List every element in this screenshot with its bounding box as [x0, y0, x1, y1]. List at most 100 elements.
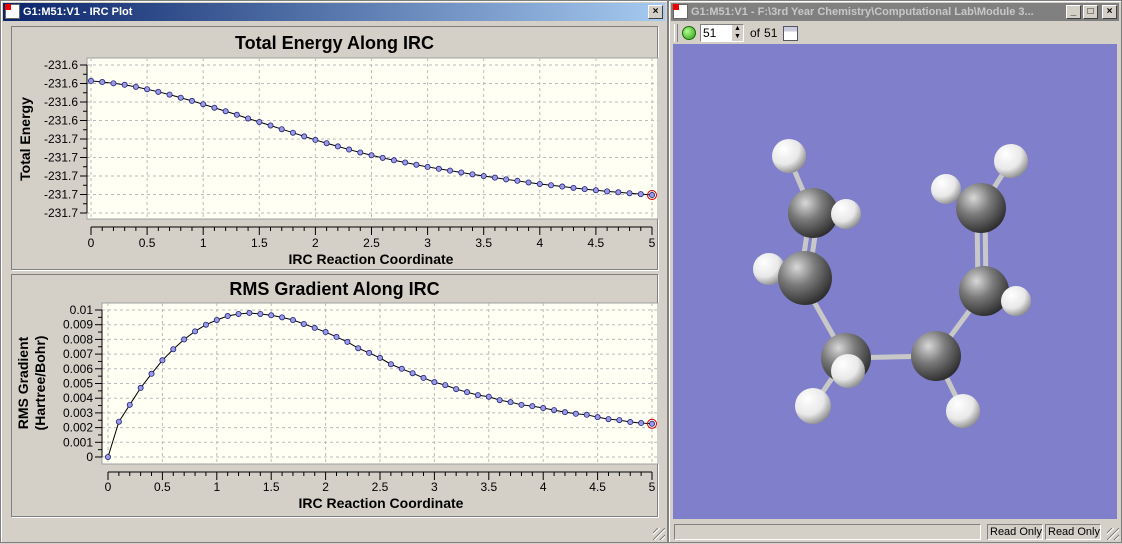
- data-point: [447, 167, 454, 174]
- molecule-viewer-window: G1:M51:V1 - F:\3rd Year Chemistry\Comput…: [668, 0, 1122, 543]
- carbon-atom[interactable]: [956, 183, 1006, 233]
- hydrogen-atom[interactable]: [931, 174, 961, 204]
- x-tick-label: 3: [431, 480, 438, 494]
- minimize-button[interactable]: _: [1066, 5, 1081, 19]
- data-point: [518, 401, 525, 408]
- maximize-button[interactable]: □: [1083, 5, 1098, 19]
- y-tick-label: 0.003: [63, 406, 93, 420]
- hydrogen-atom[interactable]: [831, 354, 865, 388]
- of-label: of: [750, 26, 761, 40]
- data-point: [480, 172, 487, 179]
- data-point: [155, 88, 162, 95]
- data-point: [289, 129, 296, 136]
- data-point: [278, 126, 285, 133]
- data-point: [200, 101, 207, 108]
- data-point: [548, 182, 555, 189]
- x-tick-label: 2.5: [363, 236, 380, 250]
- data-point: [256, 118, 263, 125]
- data-point: [245, 115, 252, 122]
- chart-0: -231.6 -231.6 -231.6 -231.6 -231.7 -231.7 -231…: [44, 57, 659, 250]
- carbon-atom[interactable]: [778, 251, 832, 305]
- data-point: [301, 133, 308, 140]
- data-point: [529, 403, 536, 410]
- data-point: [496, 397, 503, 404]
- x-tick-label: 5: [649, 480, 656, 494]
- hydrogen-atom[interactable]: [831, 199, 861, 229]
- data-point: [300, 320, 307, 327]
- data-point: [312, 136, 319, 143]
- status-message: [674, 524, 981, 540]
- carbon-atom[interactable]: [788, 188, 838, 238]
- gaussview-app-icon: [673, 4, 688, 19]
- y-tick-label: 0.004: [63, 391, 93, 405]
- data-point: [491, 174, 498, 181]
- y-tick-label: 0.009: [63, 318, 93, 332]
- data-point: [626, 190, 633, 197]
- data-point: [469, 171, 476, 178]
- data-point: [474, 392, 481, 399]
- data-point: [431, 379, 438, 386]
- data-point: [409, 370, 416, 377]
- data-point: [376, 354, 383, 361]
- y-tick-label: -231.7: [44, 151, 78, 165]
- play-animation-icon[interactable]: [682, 26, 696, 40]
- toolbar-grip[interactable]: [674, 24, 678, 42]
- data-point: [355, 345, 362, 352]
- resize-grip[interactable]: [653, 528, 665, 540]
- data-point: [583, 411, 590, 418]
- data-point: [390, 157, 397, 164]
- x-tick-label: 3.5: [480, 480, 497, 494]
- data-point: [246, 309, 253, 316]
- hydrogen-atom[interactable]: [994, 144, 1028, 178]
- x-tick-label: 4: [536, 236, 543, 250]
- frame-number-input[interactable]: 51 ▲ ▼: [700, 24, 744, 42]
- data-point: [581, 186, 588, 193]
- data-point: [627, 419, 634, 426]
- y-tick-label: -231.6: [44, 114, 78, 128]
- hydrogen-atom[interactable]: [795, 388, 831, 424]
- hydrogen-atom[interactable]: [1001, 286, 1031, 316]
- data-point: [224, 313, 231, 320]
- hydrogen-atom[interactable]: [946, 394, 980, 428]
- gradient-xlabel: IRC Reaction Coordinate: [299, 495, 464, 511]
- y-tick-label: 0.01: [70, 303, 94, 317]
- animation-settings-icon[interactable]: [783, 25, 799, 41]
- x-tick-label: 4.5: [589, 480, 606, 494]
- y-tick-label: 0.002: [63, 421, 93, 435]
- data-point: [638, 420, 645, 427]
- data-point: [387, 361, 394, 368]
- close-button[interactable]: ×: [1102, 5, 1117, 19]
- data-point: [507, 399, 514, 406]
- status-read-only-2: Read Only: [1045, 524, 1101, 540]
- frame-spinner[interactable]: ▲ ▼: [732, 25, 743, 41]
- data-point: [615, 189, 622, 196]
- data-point: [649, 420, 656, 427]
- data-point: [503, 176, 510, 183]
- data-point: [257, 310, 264, 317]
- viewer-window-titlebar[interactable]: G1:M51:V1 - F:\3rd Year Chemistry\Comput…: [671, 3, 1119, 21]
- x-tick-label: 1.5: [263, 480, 280, 494]
- molecule-viewport[interactable]: [673, 44, 1117, 519]
- resize-grip[interactable]: [1107, 528, 1119, 540]
- frame-toolbar: 51 ▲ ▼ of 51: [672, 22, 806, 44]
- data-point: [159, 357, 166, 364]
- x-tick-label: 2: [322, 480, 329, 494]
- x-tick-label: 0: [105, 480, 112, 494]
- carbon-atom[interactable]: [911, 331, 961, 381]
- y-tick-label: -231.7: [44, 188, 78, 202]
- hydrogen-atom[interactable]: [772, 139, 806, 173]
- data-point: [235, 310, 242, 317]
- x-tick-label: 1: [200, 236, 207, 250]
- data-point: [366, 349, 373, 356]
- y-tick-label: -231.6: [44, 77, 78, 91]
- data-point: [398, 365, 405, 372]
- data-point: [222, 108, 229, 115]
- gradient-ylabel-line1: RMS Gradient: [15, 336, 31, 429]
- frame-number-value: 51: [703, 26, 717, 40]
- data-point: [572, 410, 579, 417]
- data-point: [268, 312, 275, 319]
- data-point: [233, 111, 240, 118]
- gradient-ylabel-line2: (Hartree/Bohr): [32, 336, 48, 431]
- data-point: [202, 321, 209, 328]
- carbon-atom[interactable]: [959, 266, 1009, 316]
